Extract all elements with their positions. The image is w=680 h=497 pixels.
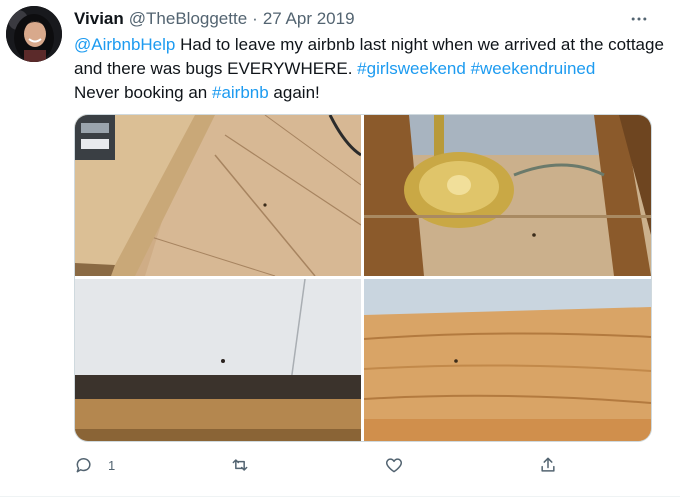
photo-4[interactable] xyxy=(364,279,651,441)
reply-button[interactable]: 1 xyxy=(74,453,115,477)
photo-image xyxy=(75,115,361,276)
tweet-header: Vivian @TheBloggette · 27 Apr 2019 xyxy=(74,8,355,30)
hashtag-link[interactable]: #weekendruined xyxy=(471,59,596,78)
author-name[interactable]: Vivian xyxy=(74,9,124,29)
share-icon xyxy=(541,457,555,472)
more-options-button[interactable] xyxy=(624,8,654,30)
reply-icon xyxy=(76,458,91,473)
retweet-icon xyxy=(232,459,248,471)
mention-link[interactable]: @AirbnbHelp xyxy=(74,35,175,54)
share-button[interactable] xyxy=(538,453,572,477)
heart-icon xyxy=(385,458,403,473)
photo-image xyxy=(364,279,651,441)
photo-1[interactable] xyxy=(75,115,361,276)
tweet-text: @AirbnbHelp Had to leave my airbnb last … xyxy=(74,33,664,105)
photo-3[interactable] xyxy=(75,279,361,441)
like-button[interactable] xyxy=(384,453,418,477)
tweet-text-part: Never booking an xyxy=(74,83,212,102)
avatar-image xyxy=(6,6,62,62)
tweet-text-part: again! xyxy=(268,83,320,102)
tweet-card[interactable]: Vivian @TheBloggette · 27 Apr 2019 @Airb… xyxy=(0,0,680,497)
hashtag-link[interactable]: #airbnb xyxy=(212,83,269,102)
photo-2[interactable] xyxy=(364,115,651,276)
tweet-date[interactable]: 27 Apr 2019 xyxy=(263,9,355,29)
avatar[interactable] xyxy=(6,6,62,62)
author-handle[interactable]: @TheBloggette xyxy=(129,9,247,29)
hashtag-link[interactable]: #girlsweekend xyxy=(357,59,466,78)
tweet-actions: 1 xyxy=(74,453,574,477)
more-icon xyxy=(631,17,647,21)
retweet-button[interactable] xyxy=(230,453,264,477)
photo-image xyxy=(364,115,651,276)
media-grid xyxy=(74,114,652,442)
meta-separator: · xyxy=(252,9,258,28)
reply-count: 1 xyxy=(108,457,116,473)
photo-image xyxy=(75,279,361,441)
